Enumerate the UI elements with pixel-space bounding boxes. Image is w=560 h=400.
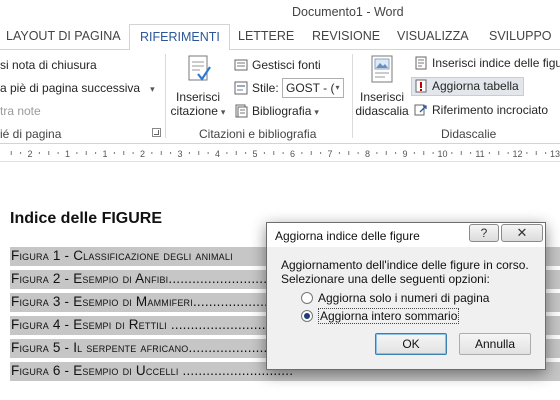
ruler-number: 7 xyxy=(327,149,332,159)
cross-reference-label: Riferimento incrociato xyxy=(432,103,549,117)
option-entire-table[interactable]: Aggiorna intero sommario xyxy=(301,308,460,324)
footnotes-group-label: ié di pagina xyxy=(0,127,62,141)
tab-references[interactable]: RIFERIMENTI xyxy=(129,24,230,51)
ok-button[interactable]: OK xyxy=(375,333,447,355)
dialog-message-line-2: Selezionare una delle seguenti opzioni: xyxy=(281,272,490,286)
help-button[interactable]: ? xyxy=(469,224,499,242)
bibliography-button[interactable]: Bibliografia ▾ xyxy=(234,104,319,118)
insert-caption-label-2: didascalia xyxy=(355,104,409,118)
tab-view[interactable]: VISUALIZZA xyxy=(397,29,469,43)
ruler-number: 3 xyxy=(177,149,182,159)
insert-caption-label-1: Inserisci xyxy=(359,90,404,104)
title-bar: Documento1 - Word xyxy=(0,0,560,24)
entry-text: Figura 3 - Esempio di Mammiferi.........… xyxy=(11,294,284,309)
manage-sources-label: Gestisci fonti xyxy=(252,58,321,72)
next-footnote-label: a piè di pagina successiva xyxy=(0,81,141,95)
radio-entire-table[interactable] xyxy=(301,310,313,322)
chevron-down-icon: ▾ xyxy=(150,84,155,94)
entry-text: Figura 5 - Il serpente africano.........… xyxy=(11,340,288,355)
style-icon xyxy=(234,81,248,95)
bibliography-label: Bibliografia xyxy=(252,104,312,118)
option-entire-table-label: Aggiorna intero sommario xyxy=(318,308,460,324)
table-of-figures-heading: Indice delle FIGURE xyxy=(10,210,163,227)
ruler-number: 1 xyxy=(102,149,107,159)
insert-table-of-figures-button[interactable]: Inserisci indice delle figu xyxy=(414,56,560,70)
dialog-launcher-icon[interactable] xyxy=(152,128,161,137)
ruler-number: 8 xyxy=(365,149,370,159)
entry-text: Figura 1 - Classificazione degli animali xyxy=(11,248,233,263)
insert-endnote-label: si nota di chiusura xyxy=(0,58,97,72)
style-select[interactable]: GOST - ( ▾ xyxy=(282,78,344,98)
show-notes-label: tra note xyxy=(0,104,41,118)
group-separator xyxy=(165,54,166,138)
horizontal-ruler[interactable]: 2 1 1 2 3 4 5 6 7 8 9 10 11 12 13 xyxy=(0,144,560,162)
citation-icon xyxy=(188,55,211,81)
table-of-figures-icon xyxy=(415,56,427,70)
dialog-body: Aggiornamento dell'indice delle figure i… xyxy=(267,247,545,369)
captions-group-label: Didascalie xyxy=(441,127,497,141)
close-button[interactable]: ✕ xyxy=(501,224,543,242)
ribbon: si nota di chiusura a piè di pagina succ… xyxy=(0,50,560,144)
ruler-number: 9 xyxy=(402,149,407,159)
ruler-number: 1 xyxy=(65,149,70,159)
ribbon-tabs: LAYOUT DI PAGINA RIFERIMENTI LETTERE REV… xyxy=(0,24,560,51)
style-select-value: GOST - ( xyxy=(286,81,335,95)
chevron-down-icon[interactable]: ▾ xyxy=(332,79,343,97)
dialog-title: Aggiorna indice delle figure xyxy=(275,229,420,243)
ruler-number: 12 xyxy=(512,149,522,159)
option-pages-only[interactable]: Aggiorna solo i numeri di pagina xyxy=(301,291,489,305)
ruler-number: 11 xyxy=(475,149,484,159)
ruler-number: 4 xyxy=(215,149,220,159)
insert-citation-label-2: citazione xyxy=(170,104,218,118)
style-label-group: Stile: xyxy=(234,81,279,95)
ruler-number: 6 xyxy=(290,149,295,159)
insert-citation-button[interactable]: Inserisci citazione ▾ xyxy=(170,54,226,119)
cancel-button[interactable]: Annulla xyxy=(459,333,531,355)
manage-sources-icon xyxy=(234,59,248,71)
chevron-down-icon: ▾ xyxy=(314,107,319,117)
update-table-button[interactable]: Aggiorna tabella xyxy=(411,77,524,96)
radio-pages-only[interactable] xyxy=(301,292,313,304)
entry-text: Figura 2 - Esempio di Anfibi............… xyxy=(11,271,291,286)
show-notes-button[interactable]: tra note xyxy=(0,104,41,118)
ruler-number: 2 xyxy=(140,149,145,159)
tab-review[interactable]: REVISIONE xyxy=(312,29,380,43)
bibliography-icon xyxy=(235,104,248,118)
update-table-of-figures-dialog: Aggiorna indice delle figure ? ✕ Aggiorn… xyxy=(266,222,546,370)
ruler-number: 10 xyxy=(437,149,447,159)
caption-icon xyxy=(371,55,393,83)
update-table-icon xyxy=(415,79,427,93)
cross-reference-icon xyxy=(414,104,427,116)
tab-mailings[interactable]: LETTERE xyxy=(238,29,294,43)
ruler-number: 2 xyxy=(27,149,32,159)
cross-reference-button[interactable]: Riferimento incrociato xyxy=(414,103,548,117)
citations-group-label: Citazioni e bibliografia xyxy=(199,127,317,141)
dialog-message-line-1: Aggiornamento dell'indice delle figure i… xyxy=(281,258,529,272)
group-separator xyxy=(352,54,353,138)
insert-endnote-button[interactable]: si nota di chiusura xyxy=(0,58,97,72)
chevron-down-icon: ▾ xyxy=(220,107,226,117)
manage-sources-button[interactable]: Gestisci fonti xyxy=(234,58,321,72)
option-pages-only-label: Aggiorna solo i numeri di pagina xyxy=(318,291,490,305)
ruler-number: 13 xyxy=(550,149,560,159)
update-table-label: Aggiorna tabella xyxy=(432,79,519,93)
style-label: Stile: xyxy=(252,81,279,95)
ruler-number: 5 xyxy=(252,149,257,159)
next-footnote-button[interactable]: a piè di pagina successiva ▾ xyxy=(0,81,155,95)
insert-table-of-figures-label: Inserisci indice delle figu xyxy=(432,56,560,70)
insert-citation-label-1: Inserisci xyxy=(175,90,220,104)
window-title: Documento1 - Word xyxy=(292,5,404,19)
entry-text: Figura 4 - Esempi di Rettili ...........… xyxy=(11,317,298,332)
ruler-scale: 2 1 1 2 3 4 5 6 7 8 9 10 11 12 13 xyxy=(10,149,560,159)
insert-caption-button[interactable]: Inserisci didascalia xyxy=(354,54,410,118)
tab-layout[interactable]: LAYOUT DI PAGINA xyxy=(6,29,121,43)
entry-text: Figura 6 - Esempio di Uccelli ..........… xyxy=(11,363,294,378)
tab-developer[interactable]: SVILUPPO xyxy=(489,29,552,43)
